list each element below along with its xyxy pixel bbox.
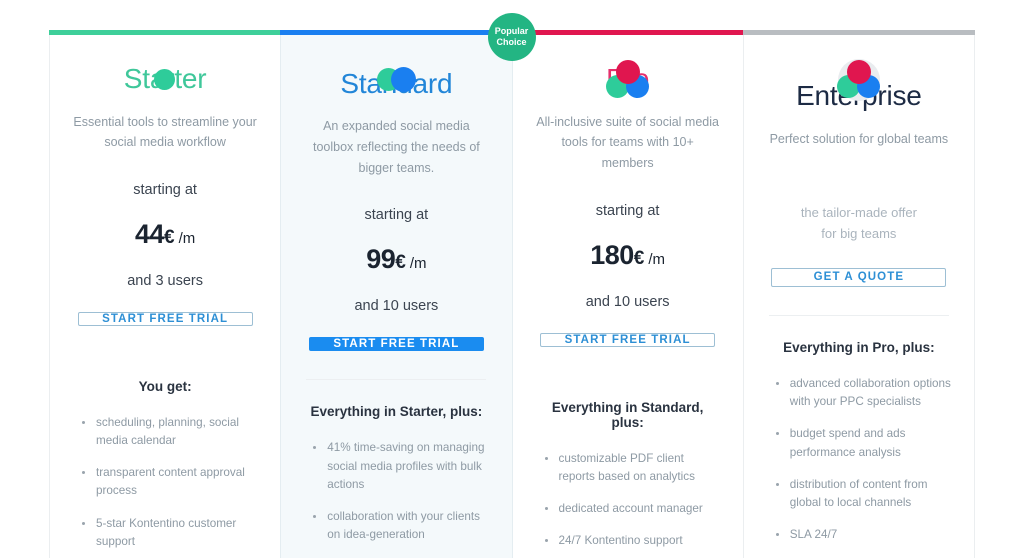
offer-line-1: the tailor-made offer (800, 205, 917, 221)
price-amount: 99 (366, 244, 396, 275)
price-currency: € (395, 252, 406, 274)
features-title: Everything in Pro, plus: (783, 340, 935, 356)
plan-accent-bar-pro (511, 30, 744, 35)
price-amount: 44 (134, 219, 165, 250)
start-free-trial-button[interactable]: START FREE TRIAL (308, 337, 484, 352)
plan-accent-bar-starter (49, 30, 282, 35)
starting-at-label: starting at (595, 202, 660, 219)
plan-users: and 10 users (354, 298, 439, 315)
plan-card-standard: Popular Choice Standard An expanded soci… (280, 13, 536, 558)
plan-users: and 10 users (585, 293, 670, 310)
list-item: customizable PDF client reports based on… (543, 450, 721, 486)
plan-columns: Starter Essential tools to streamline yo… (49, 13, 975, 558)
list-item: transparent content approval process (80, 464, 258, 500)
pricing-table: Starter Essential tools to streamline yo… (0, 0, 1024, 558)
list-item: 5-star Kontentino customer support (80, 515, 258, 551)
offer-line-2: for big teams (821, 226, 897, 242)
plan-price: 44€/m (135, 219, 195, 250)
get-a-quote-button[interactable]: GET A QUOTE (771, 267, 947, 287)
start-free-trial-button[interactable]: START FREE TRIAL (77, 312, 253, 327)
starting-at-label: starting at (364, 207, 429, 224)
plan-description: An expanded social media toolbox reflect… (312, 119, 480, 175)
list-item: distribution of content from global to l… (774, 476, 952, 512)
price-period: /m (648, 250, 666, 268)
price-amount: 180 (590, 239, 634, 270)
plan-description: Essential tools to streamline your socia… (73, 114, 257, 150)
starting-at-label: starting at (133, 182, 197, 199)
list-item: SLA 24/7 (774, 526, 952, 544)
plan-accent-bar-standard (280, 30, 513, 35)
plan-description: Perfect solution for global teams (769, 131, 949, 146)
plan-card-starter: Starter Essential tools to streamline yo… (49, 30, 282, 558)
plan-users: and 3 users (127, 273, 204, 290)
features-list: 41% time-saving on managing social media… (303, 439, 489, 558)
plan-card-enterprise: Enterprise Perfect solution for global t… (742, 30, 975, 558)
list-item: dedicated account manager (543, 500, 721, 518)
features-title: Everything in Starter, plus: (310, 404, 483, 420)
features-list: scheduling, planning, social media calen… (72, 414, 258, 558)
price-period: /m (409, 255, 427, 273)
two-circles-icon (367, 60, 425, 92)
price-currency: € (164, 227, 175, 249)
enterprise-offer-text: the tailor-made offer for big teams (801, 203, 917, 245)
list-item: scheduling, planning, social media calen… (80, 414, 258, 450)
features-title: You get: (138, 379, 192, 395)
badge-line-2: Choice (496, 37, 527, 47)
plan-price: 180€/m (590, 240, 665, 271)
start-free-trial-button[interactable]: START FREE TRIAL (540, 332, 716, 347)
list-item: 24/7 Kontentino support (543, 532, 721, 550)
plan-price: 99€/m (366, 244, 426, 275)
badge-line-1: Popular (494, 25, 529, 36)
three-circles-badge-icon (830, 59, 888, 101)
plan-accent-bar-enterprise (742, 30, 975, 35)
list-item: budget spend and ads performance analysi… (774, 425, 952, 461)
plan-description: All-inclusive suite of social media tool… (536, 114, 719, 171)
price-period: /m (178, 230, 196, 248)
popular-choice-badge: Popular Choice (487, 13, 536, 61)
list-item: collaboration with your clients on idea-… (311, 508, 489, 544)
list-item: advanced collaboration options with your… (774, 375, 952, 411)
features-title: Everything in Standard, plus: (551, 399, 704, 430)
features-list: customizable PDF client reports based on… (535, 450, 721, 558)
plan-card-pro: Pro All-inclusive suite of social media … (511, 30, 744, 558)
price-currency: € (633, 247, 645, 269)
features-list: advanced collaboration options with your… (766, 375, 952, 558)
list-item: 41% time-saving on managing social media… (311, 439, 489, 493)
